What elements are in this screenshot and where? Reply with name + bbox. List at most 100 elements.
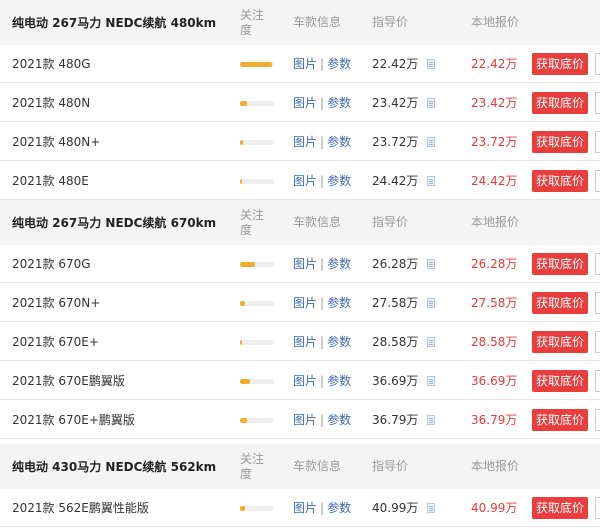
params-link[interactable]: 参数: [327, 499, 351, 516]
next-column-edge: [595, 408, 600, 431]
params-link[interactable]: 参数: [327, 133, 351, 150]
calculator-icon[interactable]: [427, 258, 435, 269]
calculator-icon[interactable]: [427, 58, 435, 69]
calculator-icon[interactable]: [427, 136, 435, 147]
column-local-price: 本地报价: [471, 15, 520, 29]
calculator-icon[interactable]: [427, 175, 435, 186]
group-title: 纯电动 430马力 NEDC续航 562km: [12, 460, 217, 474]
get-lowest-price-button[interactable]: 获取底价: [532, 91, 588, 114]
row-links: 图片 | 参数: [293, 123, 351, 160]
params-link[interactable]: 参数: [327, 94, 351, 111]
params-link[interactable]: 参数: [327, 172, 351, 189]
local-price: 36.69万: [471, 374, 518, 388]
row-links: 图片 | 参数: [293, 362, 351, 399]
attention-bar-fill: [240, 100, 247, 106]
attention-bar-fill: [240, 300, 246, 306]
link-separator: |: [320, 256, 325, 271]
params-link[interactable]: 参数: [327, 294, 351, 311]
get-lowest-price-button[interactable]: 获取底价: [532, 291, 588, 314]
calculator-icon[interactable]: [427, 375, 435, 386]
get-lowest-price-button[interactable]: 获取底价: [532, 52, 588, 75]
row-links: 图片 | 参数: [293, 323, 351, 360]
next-column-edge: [595, 130, 600, 153]
pictures-link[interactable]: 图片: [293, 172, 317, 189]
attention-bar-fill: [240, 261, 256, 267]
link-separator: |: [320, 295, 325, 310]
next-column-edge: [595, 291, 600, 314]
column-info: 车款信息: [293, 215, 342, 229]
group-header: 纯电动 430马力 NEDC续航 562km 关注度 车款信息 指导价 本地报价: [0, 444, 600, 489]
local-price: 40.99万: [471, 501, 518, 515]
calculator-icon[interactable]: [427, 97, 435, 108]
attention-bar-fill: [240, 139, 244, 145]
pictures-link[interactable]: 图片: [293, 94, 317, 111]
trim-name: 2021款 480G: [12, 57, 91, 71]
attention-bar: [240, 378, 274, 384]
table-row: 2021款 480N 图片 | 参数 23.42万 23.42万 获取底价: [0, 84, 600, 122]
get-lowest-price-button[interactable]: 获取底价: [532, 252, 588, 275]
trim-name: 2021款 670G: [12, 257, 91, 271]
calculator-icon[interactable]: [427, 502, 435, 513]
guide-price: 23.42万: [372, 96, 419, 110]
attention-bar: [240, 139, 274, 145]
guide-price: 36.79万: [372, 413, 419, 427]
attention-bar-fill: [240, 378, 251, 384]
link-separator: |: [320, 412, 325, 427]
pictures-link[interactable]: 图片: [293, 55, 317, 72]
params-link[interactable]: 参数: [327, 55, 351, 72]
pictures-link[interactable]: 图片: [293, 411, 317, 428]
get-lowest-price-button[interactable]: 获取底价: [532, 130, 588, 153]
table-row: 2021款 670G 图片 | 参数 26.28万 26.28万 获取底价: [0, 245, 600, 283]
guide-price: 27.58万: [372, 296, 419, 310]
trim-name: 2021款 562E鹏翼性能版: [12, 501, 149, 515]
link-separator: |: [320, 134, 325, 149]
get-lowest-price-button[interactable]: 获取底价: [532, 496, 588, 519]
params-link[interactable]: 参数: [327, 372, 351, 389]
next-column-edge: [595, 330, 600, 353]
pictures-link[interactable]: 图片: [293, 333, 317, 350]
calculator-icon[interactable]: [427, 414, 435, 425]
link-separator: |: [320, 173, 325, 188]
guide-price: 28.58万: [372, 335, 419, 349]
calculator-icon[interactable]: [427, 336, 435, 347]
column-info: 车款信息: [293, 15, 342, 29]
attention-bar: [240, 300, 274, 306]
local-price: 22.42万: [471, 57, 518, 71]
pictures-link[interactable]: 图片: [293, 133, 317, 150]
column-attention: 关注度: [240, 7, 265, 37]
params-link[interactable]: 参数: [327, 333, 351, 350]
get-lowest-price-button[interactable]: 获取底价: [532, 408, 588, 431]
pictures-link[interactable]: 图片: [293, 499, 317, 516]
attention-bar-fill: [240, 505, 246, 511]
attention-bar-fill: [240, 417, 247, 423]
group-header: 纯电动 267马力 NEDC续航 480km 关注度 车款信息 指导价 本地报价: [0, 0, 600, 45]
local-price: 23.72万: [471, 135, 518, 149]
pictures-link[interactable]: 图片: [293, 255, 317, 272]
trim-name: 2021款 670N+: [12, 296, 101, 310]
attention-bar-fill: [240, 339, 242, 345]
row-links: 图片 | 参数: [293, 162, 351, 199]
get-lowest-price-button[interactable]: 获取底价: [532, 369, 588, 392]
params-link[interactable]: 参数: [327, 255, 351, 272]
local-price: 27.58万: [471, 296, 518, 310]
pictures-link[interactable]: 图片: [293, 372, 317, 389]
local-price: 26.28万: [471, 257, 518, 271]
link-separator: |: [320, 373, 325, 388]
attention-bar: [240, 339, 274, 345]
calculator-icon[interactable]: [427, 297, 435, 308]
trim-name: 2021款 670E+鹏翼版: [12, 413, 135, 427]
get-lowest-price-button[interactable]: 获取底价: [532, 169, 588, 192]
params-link[interactable]: 参数: [327, 411, 351, 428]
local-price: 24.42万: [471, 174, 518, 188]
column-guide-price: 指导价: [372, 459, 409, 473]
link-separator: |: [320, 56, 325, 71]
row-links: 图片 | 参数: [293, 84, 351, 121]
group-title: 纯电动 267马力 NEDC续航 670km: [12, 216, 217, 230]
pictures-link[interactable]: 图片: [293, 294, 317, 311]
trim-name: 2021款 480N+: [12, 135, 101, 149]
get-lowest-price-button[interactable]: 获取底价: [532, 330, 588, 353]
link-separator: |: [320, 95, 325, 110]
price-table: 纯电动 267马力 NEDC续航 480km 关注度 车款信息 指导价 本地报价 2021…: [0, 0, 600, 531]
table-row: 2021款 670N+ 图片 | 参数 27.58万 27.58万 获取底价: [0, 284, 600, 322]
trim-name: 2021款 480N: [12, 96, 91, 110]
